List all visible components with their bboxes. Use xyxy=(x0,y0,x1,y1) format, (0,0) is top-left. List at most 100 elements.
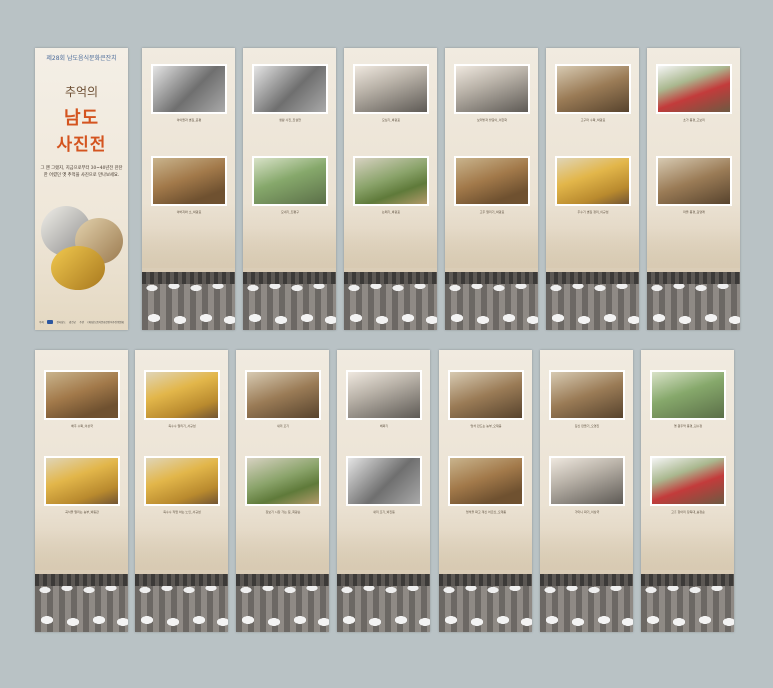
festival-subtitle: 제28회 남도음식문화큰잔치 xyxy=(46,55,117,62)
onggi-jars-photo xyxy=(337,574,430,632)
photo-caption: 생활 사진_진설현 xyxy=(279,118,301,122)
banner-bottom-1: 배추 수확_이상국 곡식을 말리는 농부_박동관 xyxy=(35,350,128,632)
banner-photo xyxy=(144,370,220,420)
photo-caption: 아버지와 소_박광표 xyxy=(176,210,202,214)
photo-caption: 장보기 시장 가는 길_최광순 xyxy=(265,510,301,514)
photo-caption: 옛 원두막 풍경_김수정 xyxy=(673,424,703,428)
photo-caption: 짚신 만들기_오영진 xyxy=(574,424,600,428)
banner-photo xyxy=(454,64,530,114)
title-line-1: 추억의 xyxy=(64,85,99,99)
collage-photo-3 xyxy=(51,246,105,290)
paper-texture xyxy=(142,228,235,268)
banner-bottom-4: 베짜기 새끼 꼬기_박진동 xyxy=(337,350,430,632)
photo-collage xyxy=(41,206,123,290)
banner-photo xyxy=(650,456,726,506)
banner-photo xyxy=(44,370,120,420)
photo-caption: 가마니 짜기_이상국 xyxy=(574,510,600,514)
banner-photo xyxy=(555,64,631,114)
onggi-jars-photo xyxy=(135,574,228,632)
banner-bottom-2: 옥수수 말리기_서규섭 옥수수 작업 하는 노인_서규섭 xyxy=(135,350,228,632)
photo-caption: 고흥 항아리 장독대_송정순 xyxy=(671,510,705,514)
banner-photo xyxy=(650,370,726,420)
banner-top-2: 생활 사진_진설현 모내기_진평구 xyxy=(243,48,336,330)
onggi-jars-photo xyxy=(35,574,128,632)
onggi-jars-photo xyxy=(647,272,740,330)
paper-texture xyxy=(344,228,437,268)
banner-photo xyxy=(656,156,732,206)
banner-bottom-7: 옛 원두막 풍경_김수정 고흥 항아리 장독대_송정순 xyxy=(641,350,734,632)
photo-caption: 멍석을 짜고 계신 어르신_오재웅 xyxy=(465,510,507,514)
sponsor-logos: 주최 전라남도 강진군 주관 (재)남도음식문화큰잔치추진위원회 xyxy=(39,320,124,324)
onggi-jars-photo xyxy=(344,272,437,330)
photo-caption: 고구마 수확_박광표 xyxy=(580,118,606,122)
photo-caption: 고추 말리기_박광표 xyxy=(479,210,505,214)
onggi-jars-photo xyxy=(540,574,633,632)
photo-caption: 초가 풍경_고보리 xyxy=(683,118,705,122)
logo-gangjin: 강진군 xyxy=(69,321,77,324)
logo-label-organizer: 주관 xyxy=(79,321,85,324)
paper-texture xyxy=(445,228,538,268)
paper-texture xyxy=(439,530,532,570)
paper-texture xyxy=(546,228,639,268)
onggi-jars-photo xyxy=(142,272,235,330)
paper-texture xyxy=(236,530,329,570)
photo-caption: 논매기_박광표 xyxy=(381,210,401,214)
photo-caption: 새끼 꼬기_박진동 xyxy=(373,510,395,514)
banner-photo xyxy=(144,456,220,506)
exhibition-description: 그 땐 그랬지, 지금으로부터 30~40년전 잔잔한 어렸던 옛 추억을 사진… xyxy=(40,166,123,178)
onggi-jars-photo xyxy=(439,574,532,632)
banner-photo xyxy=(346,370,422,420)
photo-caption: 멍석 만드는 농부_오재웅 xyxy=(470,424,502,428)
banner-photo xyxy=(252,64,328,114)
logo-label-host: 주최 xyxy=(39,321,44,324)
onggi-jars-photo xyxy=(236,574,329,632)
banner-top-3: 모심기_박광표 논매기_박광표 xyxy=(344,48,437,330)
banner-photo xyxy=(353,156,429,206)
photo-caption: 아이들과 볏짚_윤평 xyxy=(176,118,202,122)
onggi-jars-photo xyxy=(546,272,639,330)
banner-photo xyxy=(448,456,524,506)
banner-photo xyxy=(245,456,321,506)
paper-texture xyxy=(647,228,740,268)
banner-photo xyxy=(44,456,120,506)
paper-texture xyxy=(641,530,734,570)
title-banner: 제28회 남도음식문화큰잔치 추억의 남도 사진전 그 땐 그랬지, 지금으로부… xyxy=(35,48,128,330)
photo-caption: 마을 풍경_김영래 xyxy=(683,210,705,214)
paper-texture xyxy=(540,530,633,570)
banner-photo xyxy=(549,370,625,420)
banner-top-6: 초가 풍경_고보리 마을 풍경_김영래 xyxy=(647,48,740,330)
province-logo-icon xyxy=(47,320,54,324)
banner-photo xyxy=(549,456,625,506)
banner-top-1: 아이들과 볏짚_윤평 아버지와 소_박광표 xyxy=(142,48,235,330)
photo-caption: 옥수수 작업 하는 노인_서규섭 xyxy=(163,510,201,514)
banner-bottom-6: 짚신 만들기_오영진 가마니 짜기_이상국 xyxy=(540,350,633,632)
title-line-3: 사진전 xyxy=(56,135,107,155)
photo-caption: 곡식을 말리는 농부_박동관 xyxy=(65,510,99,514)
photo-caption: 배추 수확_이상국 xyxy=(71,424,93,428)
photo-caption: 보리밭과 밭갈이_이한화 xyxy=(476,118,508,122)
title-line-2: 남도 xyxy=(63,108,100,129)
logo-committee: (재)남도음식문화큰잔치추진위원회 xyxy=(87,321,124,324)
photo-caption: 추수기 볏짚 정리_이규섭 xyxy=(577,210,609,214)
banner-photo xyxy=(151,156,227,206)
onggi-jars-photo xyxy=(445,272,538,330)
photo-caption: 새끼 꼬기 xyxy=(277,424,289,428)
photo-caption: 베짜기 xyxy=(379,424,389,428)
banner-photo xyxy=(245,370,321,420)
photo-caption: 모내기_진평구 xyxy=(280,210,300,214)
paper-texture xyxy=(35,530,128,570)
banner-top-5: 고구마 수확_박광표 추수기 볏짚 정리_이규섭 xyxy=(546,48,639,330)
paper-texture xyxy=(337,530,430,570)
paper-texture xyxy=(243,228,336,268)
banner-bottom-5: 멍석 만드는 농부_오재웅 멍석을 짜고 계신 어르신_오재웅 xyxy=(439,350,532,632)
banner-photo xyxy=(346,456,422,506)
onggi-jars-photo xyxy=(641,574,734,632)
photo-caption: 모심기_박광표 xyxy=(381,118,401,122)
photo-caption: 옥수수 말리기_서규섭 xyxy=(168,424,196,428)
banner-photo xyxy=(454,156,530,206)
banner-photo xyxy=(656,64,732,114)
banner-photo xyxy=(151,64,227,114)
banner-top-4: 보리밭과 밭갈이_이한화 고추 말리기_박광표 xyxy=(445,48,538,330)
onggi-jars-photo xyxy=(243,272,336,330)
banner-photo xyxy=(555,156,631,206)
